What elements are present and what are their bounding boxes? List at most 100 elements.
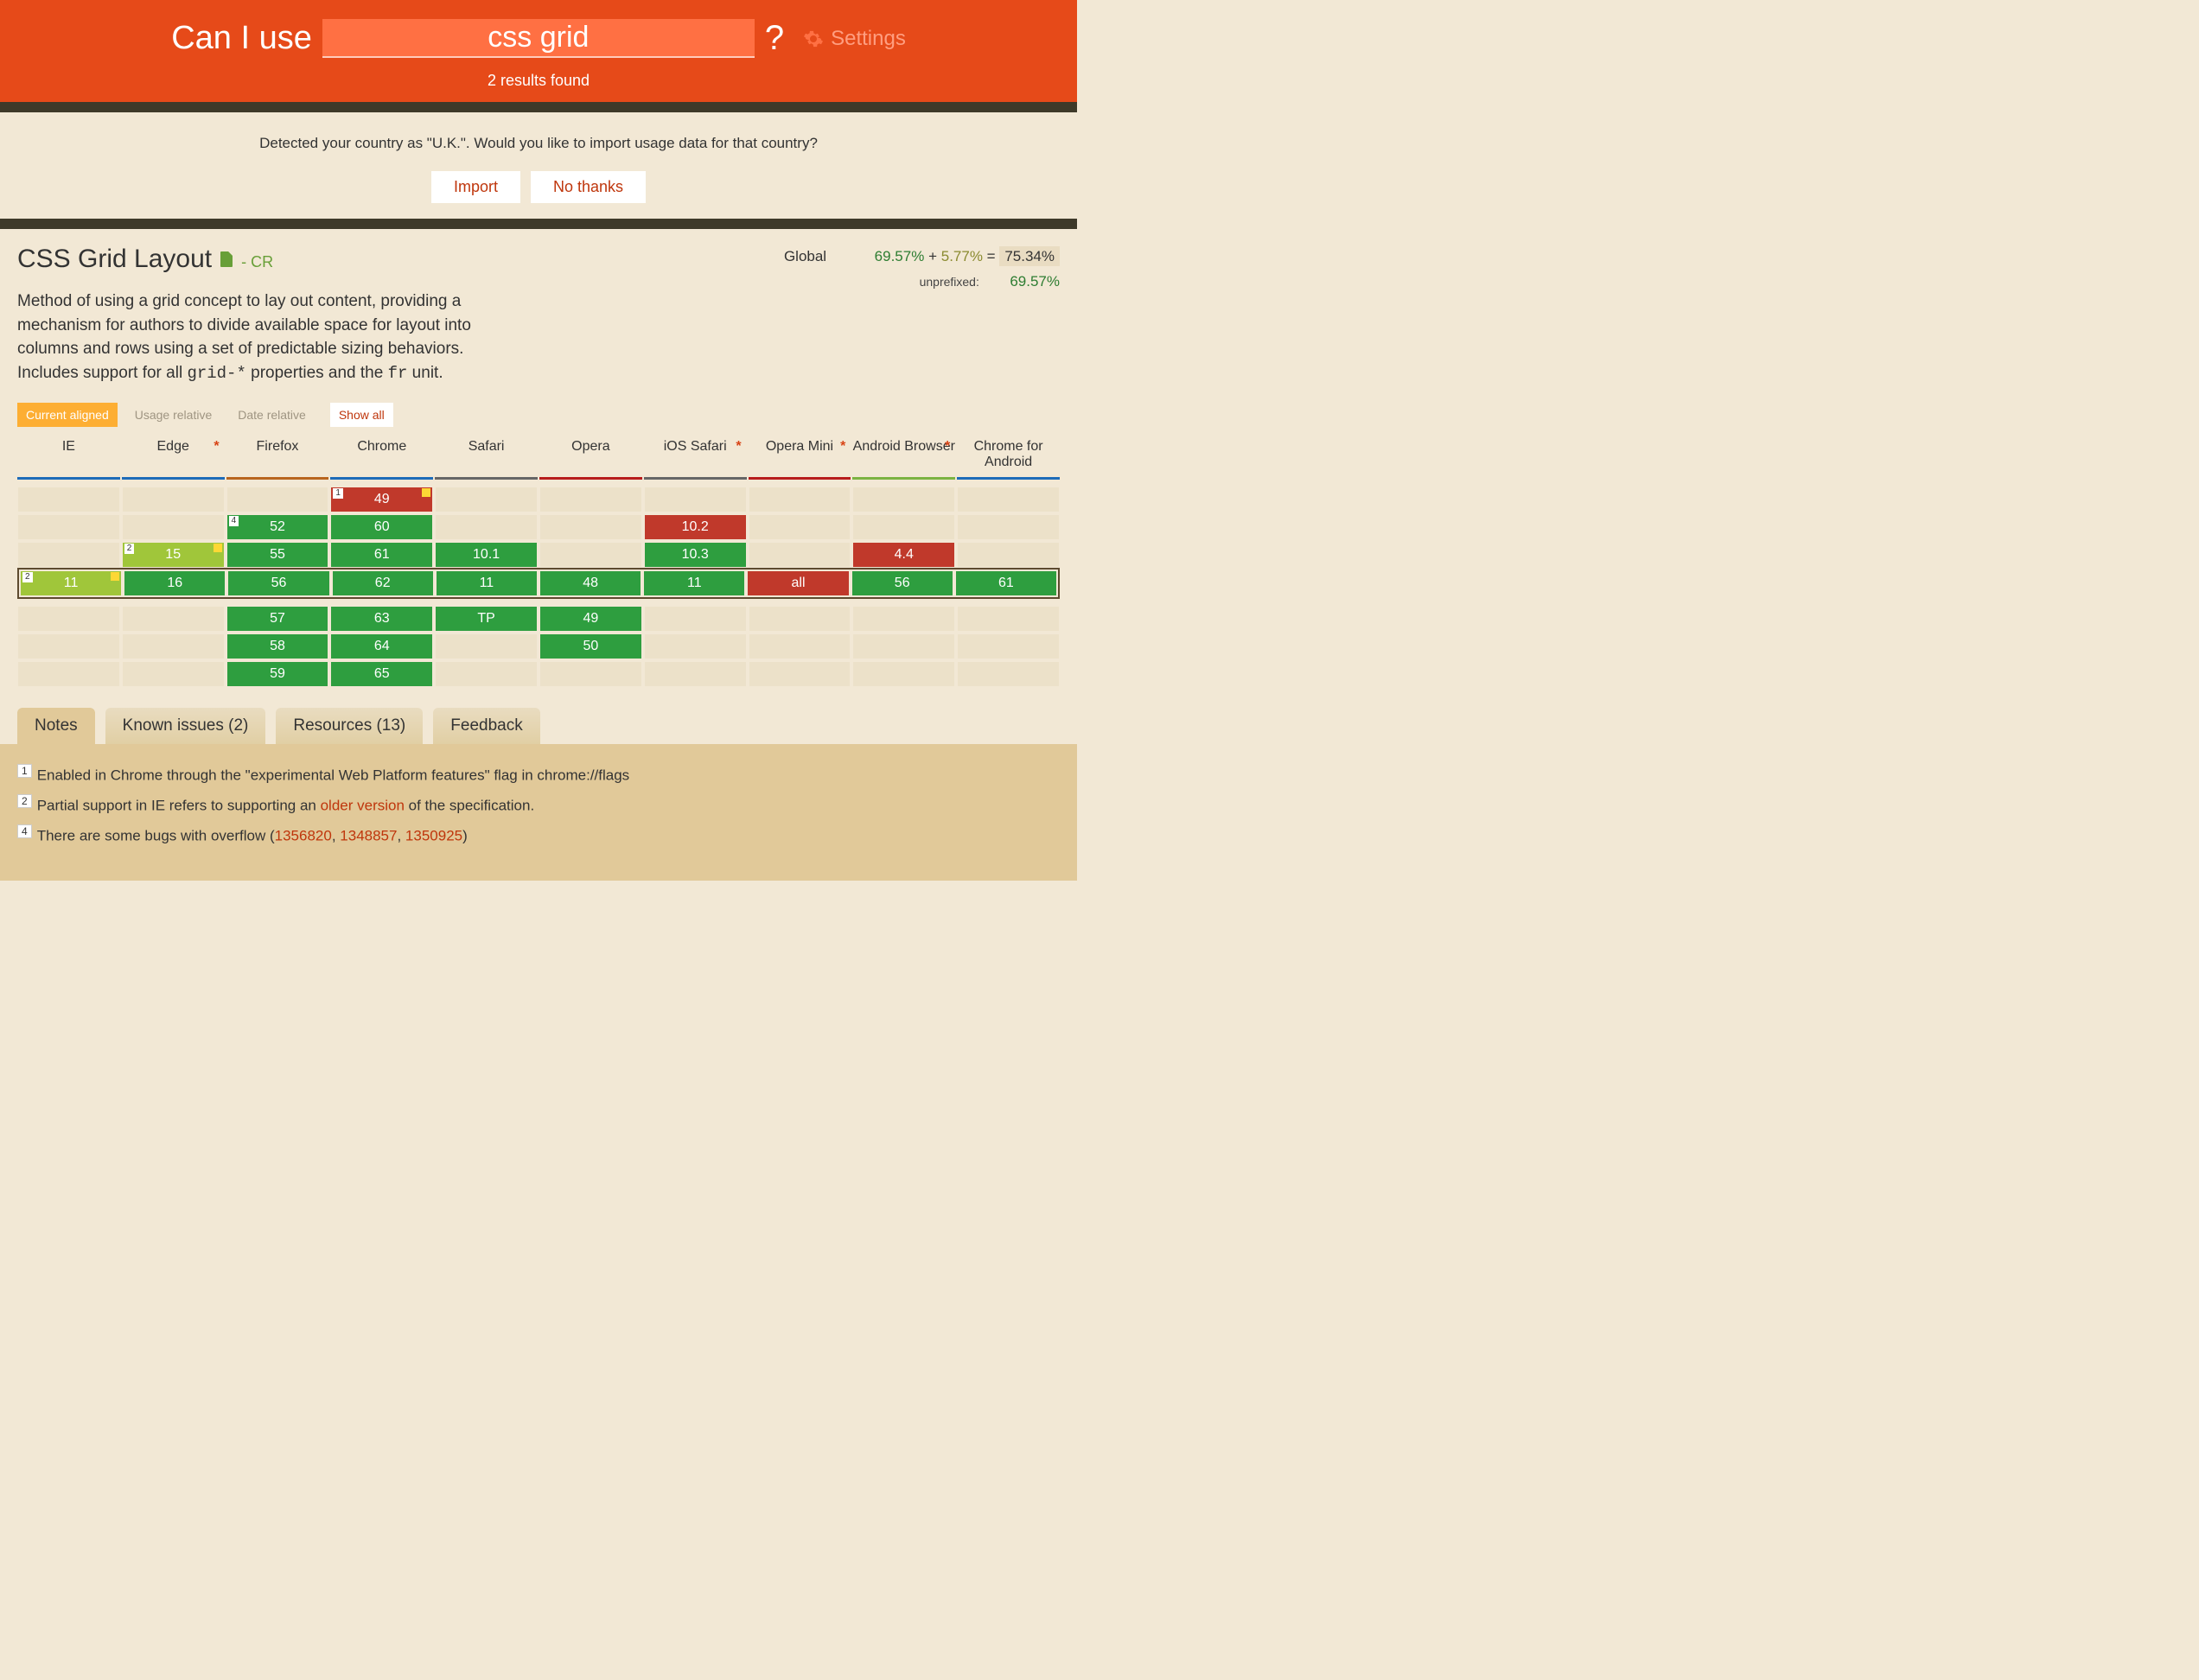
version-cell[interactable]: 49 — [540, 607, 641, 631]
country-prompt-text: Detected your country as "U.K.". Would y… — [0, 135, 1077, 152]
note-4-link-2[interactable]: 1348857 — [340, 827, 397, 843]
site-header: Can I use ? Settings 2 results found — [0, 0, 1077, 102]
version-cell — [436, 487, 537, 512]
browser-header[interactable]: Chrome — [330, 434, 433, 480]
version-cell[interactable]: 16 — [124, 571, 225, 595]
global-stats: Global 69.57% + 5.77% = 75.34% unprefixe… — [784, 245, 1060, 295]
version-cell — [749, 634, 851, 659]
version-cell[interactable]: 152 — [123, 543, 224, 567]
version-cell[interactable]: 10.2 — [645, 515, 746, 539]
version-cell[interactable]: 63 — [331, 607, 432, 631]
version-cell[interactable]: 61 — [956, 571, 1056, 595]
version-cell — [123, 487, 224, 512]
version-cell[interactable]: 50 — [540, 634, 641, 659]
note-badge-2: 2 — [17, 794, 32, 808]
view-date-relative[interactable]: Date relative — [229, 403, 315, 427]
version-cell — [540, 662, 641, 686]
view-show-all[interactable]: Show all — [330, 403, 393, 427]
browser-header[interactable]: Opera — [539, 434, 642, 480]
version-cell[interactable]: 10.1 — [436, 543, 537, 567]
version-cell[interactable]: 61 — [331, 543, 432, 567]
browser-header[interactable]: Android Browser* — [852, 434, 955, 480]
asterisk-icon: * — [840, 439, 845, 455]
version-cell — [749, 515, 851, 539]
version-cell[interactable]: 56 — [852, 571, 953, 595]
browser-header[interactable]: Opera Mini* — [749, 434, 851, 480]
global-olive: 5.77% — [941, 248, 983, 264]
brand-text: Can I use — [171, 20, 312, 57]
asterisk-icon: * — [945, 439, 950, 455]
version-cell[interactable]: 524 — [227, 515, 328, 539]
cell-note-badge: 1 — [333, 488, 343, 499]
version-cell — [18, 662, 119, 686]
version-cell — [123, 634, 224, 659]
browser-header[interactable]: Safari — [435, 434, 538, 480]
version-cell[interactable]: TP — [436, 607, 537, 631]
version-cell[interactable]: 65 — [331, 662, 432, 686]
version-cell — [18, 634, 119, 659]
cr-label: - CR — [241, 253, 273, 271]
feature-description: Method of using a grid concept to lay ou… — [17, 290, 501, 385]
cell-note-badge: 4 — [229, 516, 239, 526]
version-cell[interactable]: 55 — [227, 543, 328, 567]
tab-known-issues[interactable]: Known issues (2) — [105, 708, 266, 744]
version-cell[interactable]: 11 — [437, 571, 537, 595]
version-cell[interactable]: 59 — [227, 662, 328, 686]
version-cell — [958, 662, 1059, 686]
version-cell — [18, 543, 119, 567]
tab-notes[interactable]: Notes — [17, 708, 95, 744]
version-cell[interactable]: 4.4 — [853, 543, 954, 567]
version-cell[interactable]: 58 — [227, 634, 328, 659]
browser-header[interactable]: iOS Safari* — [644, 434, 747, 480]
asterisk-icon: * — [736, 439, 741, 455]
version-cell — [749, 543, 851, 567]
version-cell — [958, 487, 1059, 512]
version-cell[interactable]: 60 — [331, 515, 432, 539]
version-cell[interactable]: 112 — [21, 571, 121, 595]
view-current-aligned[interactable]: Current aligned — [17, 403, 118, 427]
tab-feedback[interactable]: Feedback — [433, 708, 539, 744]
note-1-text: Enabled in Chrome through the "experimen… — [37, 767, 630, 784]
browser-header[interactable]: Firefox — [226, 434, 329, 480]
version-cell[interactable]: 62 — [333, 571, 433, 595]
version-cell — [436, 634, 537, 659]
divider-bar — [0, 102, 1077, 112]
version-cell[interactable]: 64 — [331, 634, 432, 659]
note-2-link[interactable]: older version — [321, 798, 405, 814]
version-cell — [853, 662, 954, 686]
browser-header[interactable]: Chrome for Android — [957, 434, 1060, 480]
version-cell — [18, 515, 119, 539]
note-4-link-3[interactable]: 1350925 — [405, 827, 462, 843]
version-cell — [853, 515, 954, 539]
cell-note-badge: 2 — [22, 572, 33, 582]
version-cell — [958, 543, 1059, 567]
note-4-link-1[interactable]: 1356820 — [275, 827, 332, 843]
version-cell[interactable]: 491 — [331, 487, 432, 512]
view-usage-relative[interactable]: Usage relative — [126, 403, 221, 427]
note-badge-4: 4 — [17, 824, 32, 838]
version-cell — [749, 662, 851, 686]
spec-icon[interactable] — [220, 251, 233, 267]
version-cell[interactable]: 56 — [228, 571, 328, 595]
import-button[interactable]: Import — [431, 171, 520, 203]
version-cell[interactable]: 10.3 — [645, 543, 746, 567]
unprefixed-label: unprefixed: — [920, 272, 1006, 293]
version-cell[interactable]: 11 — [644, 571, 744, 595]
version-cell[interactable]: all — [748, 571, 848, 595]
question-mark: ? — [765, 19, 784, 58]
tab-resources[interactable]: Resources (13) — [276, 708, 423, 744]
search-input[interactable] — [322, 19, 755, 58]
version-cell — [958, 634, 1059, 659]
nothanks-button[interactable]: No thanks — [531, 171, 646, 203]
settings-link[interactable]: Settings — [803, 27, 906, 51]
country-prompt: Detected your country as "U.K.". Would y… — [0, 112, 1077, 219]
version-cell[interactable]: 48 — [540, 571, 641, 595]
version-cell — [436, 515, 537, 539]
browser-header[interactable]: IE — [17, 434, 120, 480]
version-cell — [645, 607, 746, 631]
gear-icon — [803, 29, 824, 49]
version-cell[interactable]: 57 — [227, 607, 328, 631]
version-cell — [18, 487, 119, 512]
version-cell — [540, 515, 641, 539]
browser-header[interactable]: Edge* — [122, 434, 225, 480]
